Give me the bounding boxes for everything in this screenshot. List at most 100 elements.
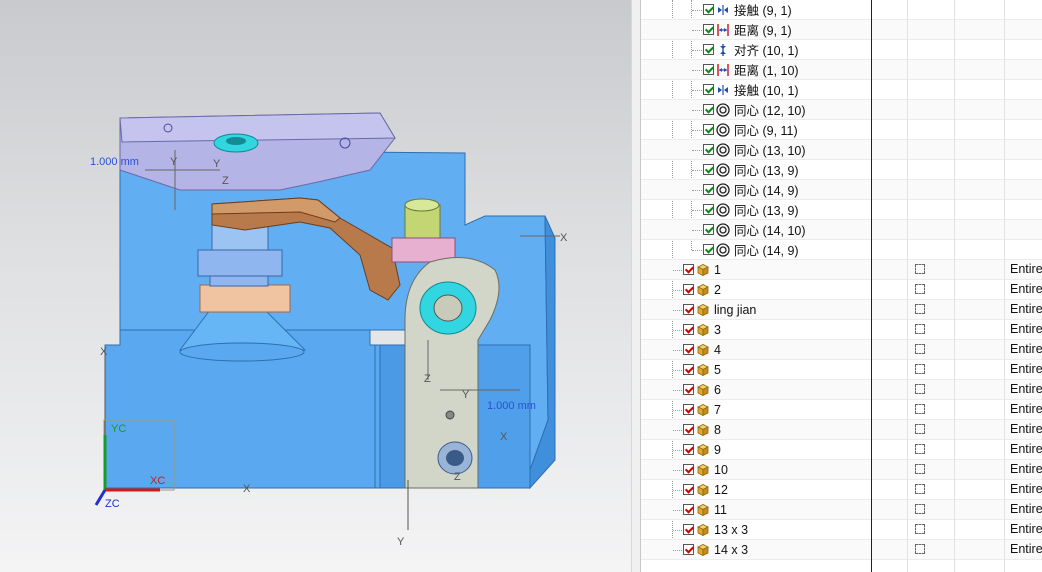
component-row[interactable]: 10 Entire: [641, 460, 1042, 480]
packed-checkbox[interactable]: [915, 484, 925, 494]
visibility-checkbox[interactable]: [683, 444, 694, 455]
visibility-checkbox[interactable]: [703, 204, 714, 215]
reference-set-cell[interactable]: Entire: [1010, 340, 1042, 359]
packed-checkbox[interactable]: [915, 284, 925, 294]
packed-checkbox[interactable]: [915, 404, 925, 414]
visibility-checkbox[interactable]: [683, 264, 694, 275]
component-row[interactable]: 4 Entire: [641, 340, 1042, 360]
component-row[interactable]: 11 Entire: [641, 500, 1042, 520]
constraint-row[interactable]: 对齐 (10, 1): [641, 40, 1042, 60]
reference-set-cell[interactable]: Entire: [1010, 320, 1042, 339]
constraint-label: 同心 (14, 9): [734, 184, 799, 198]
constraint-row[interactable]: 同心 (14, 10): [641, 220, 1042, 240]
packed-checkbox[interactable]: [915, 444, 925, 454]
reference-set-cell[interactable]: Entire: [1010, 300, 1042, 319]
assembly-model[interactable]: 1.000 mm 1.000 mm X Y Z X Z X Y Z Y X Y …: [0, 0, 631, 572]
visibility-checkbox[interactable]: [683, 304, 694, 315]
visibility-checkbox[interactable]: [703, 4, 714, 15]
reference-set-cell[interactable]: Entire: [1010, 400, 1042, 419]
column-divider[interactable]: [871, 0, 872, 572]
packed-checkbox[interactable]: [915, 384, 925, 394]
packed-checkbox[interactable]: [915, 264, 925, 274]
packed-checkbox[interactable]: [915, 544, 925, 554]
component-row[interactable]: 12 Entire: [641, 480, 1042, 500]
visibility-checkbox[interactable]: [683, 384, 694, 395]
column-divider[interactable]: [954, 0, 955, 572]
panel-splitter[interactable]: [631, 0, 641, 572]
reference-set-cell[interactable]: Entire: [1010, 360, 1042, 379]
reference-set-cell[interactable]: Entire: [1010, 420, 1042, 439]
component-row[interactable]: 13 x 3 Entire: [641, 520, 1042, 540]
visibility-checkbox[interactable]: [683, 464, 694, 475]
visibility-checkbox[interactable]: [703, 24, 714, 35]
component-row[interactable]: 3 Entire: [641, 320, 1042, 340]
packed-checkbox[interactable]: [915, 504, 925, 514]
component-row[interactable]: 9 Entire: [641, 440, 1042, 460]
component-row[interactable]: 1 Entire: [641, 260, 1042, 280]
visibility-checkbox[interactable]: [683, 424, 694, 435]
component-cube-icon: [697, 403, 709, 416]
reference-set-cell[interactable]: Entire: [1010, 500, 1042, 519]
constraint-row[interactable]: 同心 (9, 11): [641, 120, 1042, 140]
dimension-label-left[interactable]: 1.000 mm: [90, 156, 139, 168]
reference-set-cell[interactable]: Entire: [1010, 260, 1042, 279]
component-row[interactable]: 7 Entire: [641, 400, 1042, 420]
packed-checkbox[interactable]: [915, 464, 925, 474]
visibility-checkbox[interactable]: [683, 404, 694, 415]
reference-set-cell[interactable]: Entire: [1010, 540, 1042, 559]
constraint-row[interactable]: 接触 (9, 1): [641, 0, 1042, 20]
reference-set-cell[interactable]: Entire: [1010, 520, 1042, 539]
assembly-navigator[interactable]: 接触 (9, 1) 距离 (9, 1) 对齐 (10, 1) 距离 (1, 10) 接触…: [641, 0, 1042, 572]
reference-set-cell[interactable]: Entire: [1010, 380, 1042, 399]
visibility-checkbox[interactable]: [703, 224, 714, 235]
reference-set-cell[interactable]: Entire: [1010, 440, 1042, 459]
upper-nut[interactable]: [197, 249, 283, 277]
visibility-checkbox[interactable]: [683, 324, 694, 335]
packed-checkbox[interactable]: [915, 424, 925, 434]
packed-checkbox[interactable]: [915, 304, 925, 314]
column-divider[interactable]: [907, 0, 908, 572]
visibility-checkbox[interactable]: [703, 124, 714, 135]
visibility-checkbox[interactable]: [703, 84, 714, 95]
constraint-row[interactable]: 同心 (13, 10): [641, 140, 1042, 160]
column-divider[interactable]: [1004, 0, 1005, 572]
visibility-checkbox[interactable]: [703, 64, 714, 75]
reference-set-cell[interactable]: Entire: [1010, 460, 1042, 479]
reference-set-cell[interactable]: Entire: [1010, 280, 1042, 299]
component-row[interactable]: 14 x 3 Entire: [641, 540, 1042, 560]
visibility-checkbox[interactable]: [703, 164, 714, 175]
visibility-checkbox[interactable]: [703, 104, 714, 115]
visibility-checkbox[interactable]: [703, 144, 714, 155]
visibility-checkbox[interactable]: [683, 364, 694, 375]
visibility-checkbox[interactable]: [683, 344, 694, 355]
constraint-row[interactable]: 距离 (1, 10): [641, 60, 1042, 80]
component-row[interactable]: ling jian Entire: [641, 300, 1042, 320]
visibility-checkbox[interactable]: [703, 184, 714, 195]
graphics-window[interactable]: 1.000 mm 1.000 mm X Y Z X Z X Y Z Y X Y …: [0, 0, 631, 572]
component-row[interactable]: 6 Entire: [641, 380, 1042, 400]
visibility-checkbox[interactable]: [683, 504, 694, 515]
lower-nut[interactable]: [199, 284, 291, 313]
visibility-checkbox[interactable]: [683, 544, 694, 555]
constraint-row[interactable]: 同心 (12, 10): [641, 100, 1042, 120]
packed-checkbox[interactable]: [915, 364, 925, 374]
reference-set-cell[interactable]: Entire: [1010, 480, 1042, 499]
packed-checkbox[interactable]: [915, 344, 925, 354]
visibility-checkbox[interactable]: [703, 44, 714, 55]
dimension-label-right[interactable]: 1.000 mm: [487, 400, 536, 412]
packed-checkbox[interactable]: [915, 524, 925, 534]
constraint-row[interactable]: 同心 (14, 9): [641, 240, 1042, 260]
visibility-checkbox[interactable]: [703, 244, 714, 255]
component-row[interactable]: 2 Entire: [641, 280, 1042, 300]
constraint-row[interactable]: 同心 (13, 9): [641, 160, 1042, 180]
constraint-row[interactable]: 距离 (9, 1): [641, 20, 1042, 40]
constraint-row[interactable]: 接触 (10, 1): [641, 80, 1042, 100]
packed-checkbox[interactable]: [915, 324, 925, 334]
component-row[interactable]: 8 Entire: [641, 420, 1042, 440]
component-row[interactable]: 5 Entire: [641, 360, 1042, 380]
visibility-checkbox[interactable]: [683, 484, 694, 495]
visibility-checkbox[interactable]: [683, 524, 694, 535]
constraint-row[interactable]: 同心 (13, 9): [641, 200, 1042, 220]
visibility-checkbox[interactable]: [683, 284, 694, 295]
constraint-row[interactable]: 同心 (14, 9): [641, 180, 1042, 200]
